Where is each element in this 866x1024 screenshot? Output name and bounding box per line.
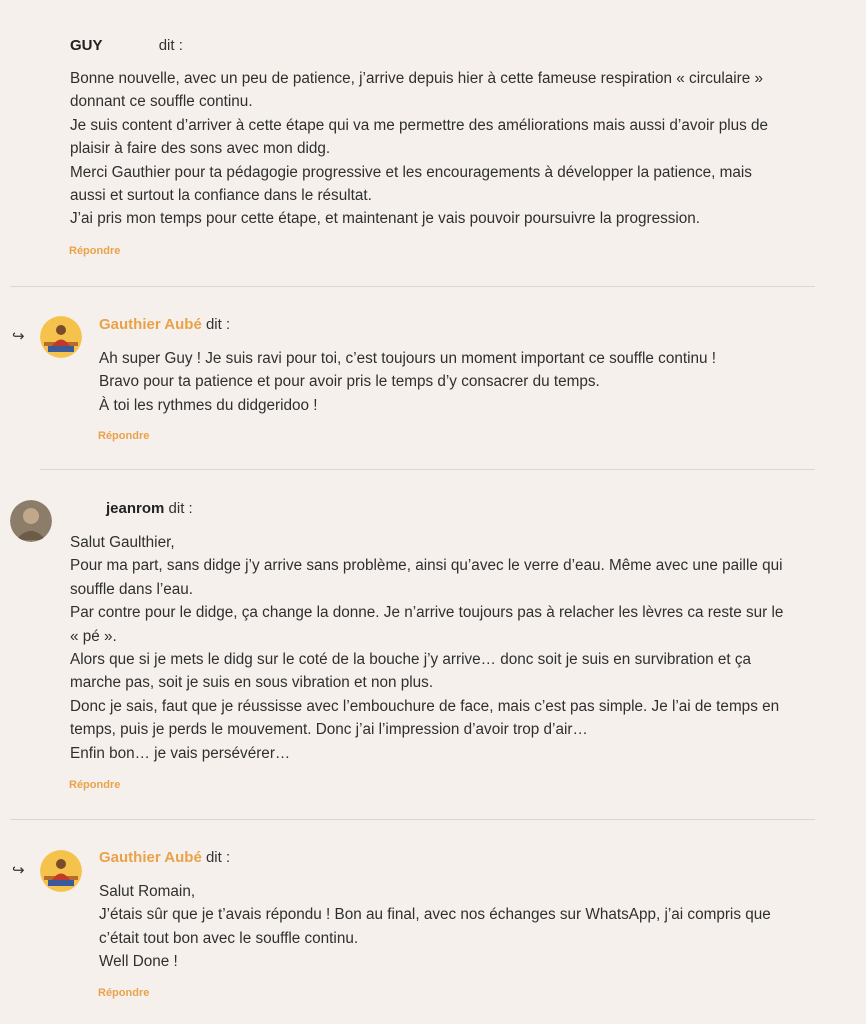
comment-line: temps, puis je perds le mouvement. Donc … (70, 721, 588, 739)
comment-line: Salut Romain, (99, 883, 196, 900)
comment-line: Well Done ! (99, 953, 178, 971)
comment-jeanrom: jeanrom dit : Salut Gaulthier, Pour ma p… (0, 470, 866, 810)
comment-line: Salut Gaulthier, (70, 534, 175, 551)
comment-line: Enfin bon… je vais persévérer… (70, 744, 291, 762)
comment-says: dit : (158, 37, 183, 54)
separator (10, 819, 815, 820)
reply-arrow-icon: ↪ (12, 862, 25, 879)
comment-line: souffle dans l’eau. (70, 580, 194, 598)
comment-line: Bravo pour ta patience et pour avoir pri… (99, 373, 600, 391)
comment-line: marche pas, soit je suis en sous vibrati… (70, 674, 434, 692)
comment-body: Salut Romain, J’étais sûr que je t’avais… (99, 880, 819, 974)
comment-line: Pour ma part, sans didge j’y arrive sans… (70, 557, 783, 575)
comment-body: Salut Gaulthier, Pour ma part, sans didg… (70, 531, 850, 765)
comment-author[interactable]: Gauthier Aubé (99, 849, 202, 866)
comment-author: GUY (70, 37, 103, 54)
avatar (40, 316, 82, 358)
comment-line: Je suis content d’arriver à cette étape … (70, 116, 769, 134)
comment-line: J’étais sûr que je t’avais répondu ! Bon… (99, 906, 771, 924)
comment-says: dit : (205, 316, 231, 333)
comment-line: Bonne nouvelle, avec un peu de patience,… (70, 70, 764, 87)
comment-body: Ah super Guy ! Je suis ravi pour toi, c’… (99, 347, 819, 417)
comment-line: J’ai pris mon temps pour cette étape, et… (70, 210, 701, 228)
reply-button[interactable]: Répondre (98, 987, 149, 999)
comment-line: donnant ce souffle continu. (70, 93, 253, 111)
comment-line: « pé ». (70, 627, 117, 645)
comment-line: Merci Gauthier pour ta pédagogie progres… (70, 163, 752, 181)
comment-line: plaisir à faire des sons avec mon didg. (70, 140, 331, 158)
comment-guy: GUY dit : Bonne nouvelle, avec un peu de… (0, 0, 866, 270)
comment-author[interactable]: Gauthier Aubé (99, 316, 202, 333)
comment-body: Bonne nouvelle, avec un peu de patience,… (70, 67, 830, 231)
comment-line: Alors que si je mets le didg sur le coté… (70, 651, 752, 669)
comment-says: dit : (168, 500, 193, 517)
avatar (40, 850, 82, 892)
comment-line: Par contre pour le didge, ça change la d… (70, 604, 784, 622)
comment-line: aussi et surtout la confiance dans le ré… (70, 187, 372, 205)
comment-line: À toi les rythmes du didgeridoo ! (99, 396, 318, 414)
reply-arrow-icon: ↪ (12, 328, 25, 345)
comment-says: dit : (205, 849, 231, 866)
comment-gauthier-reply-1: ↪ Gauthier Aubé dit : Ah super Guy ! Je … (0, 290, 866, 460)
avatar (10, 500, 52, 542)
reply-button[interactable]: Répondre (69, 245, 120, 257)
comment-author: jeanrom (106, 500, 165, 517)
comment-line: c’était tout bon avec le souffle continu… (99, 929, 359, 947)
comment-line: Ah super Guy ! Je suis ravi pour toi, c’… (99, 350, 716, 367)
comment-gauthier-reply-2: ↪ Gauthier Aubé dit : Salut Romain, J’ét… (0, 824, 866, 1024)
separator (10, 286, 815, 287)
comment-line: Donc je sais, faut que je réussisse avec… (70, 697, 780, 715)
reply-button[interactable]: Répondre (98, 430, 149, 442)
reply-button[interactable]: Répondre (69, 779, 120, 791)
